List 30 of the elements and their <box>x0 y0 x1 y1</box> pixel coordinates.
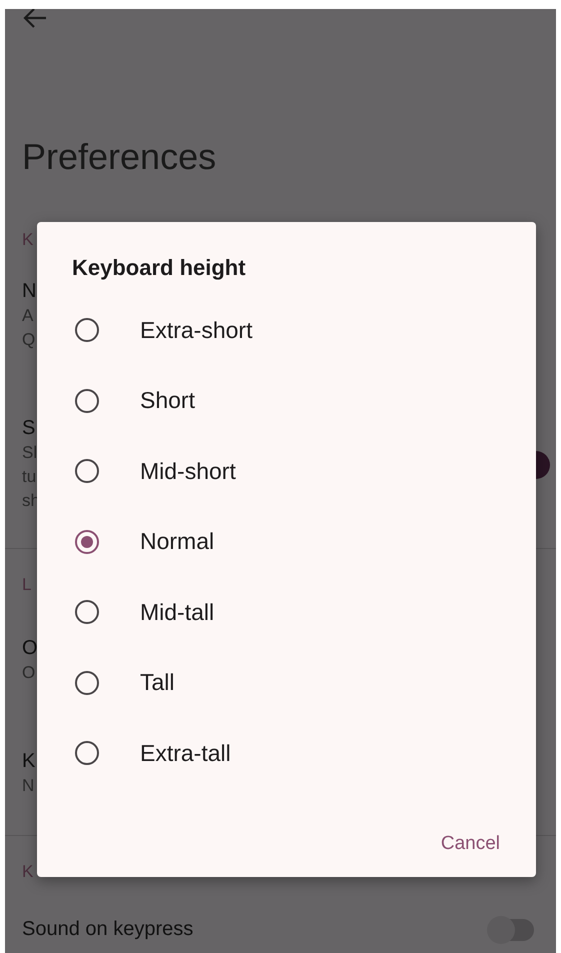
radio-button[interactable] <box>75 318 99 342</box>
setting-description: N <box>22 775 34 797</box>
option-label[interactable]: Mid-tall <box>140 598 214 626</box>
setting-description: Q <box>22 329 36 351</box>
setting-description: Sl <box>22 442 38 464</box>
option-label[interactable]: Tall <box>140 669 175 696</box>
option-label[interactable]: Extra-short <box>140 316 252 344</box>
radio-button[interactable] <box>75 600 99 624</box>
setting-description: tu <box>22 466 36 488</box>
radio-button[interactable] <box>75 741 99 766</box>
setting-description: O <box>22 662 36 684</box>
radio-button[interactable] <box>75 530 99 554</box>
dialog-title: Keyboard height <box>72 255 246 281</box>
setting-title: S <box>22 417 36 440</box>
setting-title: K <box>22 750 36 773</box>
radio-button[interactable] <box>75 459 99 484</box>
back-arrow-icon[interactable] <box>22 9 48 29</box>
setting-description: A <box>22 305 34 327</box>
setting-title: Sound on keypress <box>22 918 194 941</box>
option-label[interactable]: Extra-tall <box>140 740 231 767</box>
page-title: Preferences <box>22 135 216 179</box>
cancel-button[interactable]: Cancel <box>430 826 510 860</box>
option-label[interactable]: Normal <box>140 528 214 556</box>
setting-title: O <box>22 637 38 660</box>
toggle-switch[interactable] <box>490 918 534 940</box>
radio-button[interactable] <box>75 670 99 695</box>
setting-title: N <box>22 280 36 303</box>
radio-button[interactable] <box>75 388 99 413</box>
option-label[interactable]: Mid-short <box>140 458 236 485</box>
option-label[interactable]: Short <box>140 387 195 414</box>
